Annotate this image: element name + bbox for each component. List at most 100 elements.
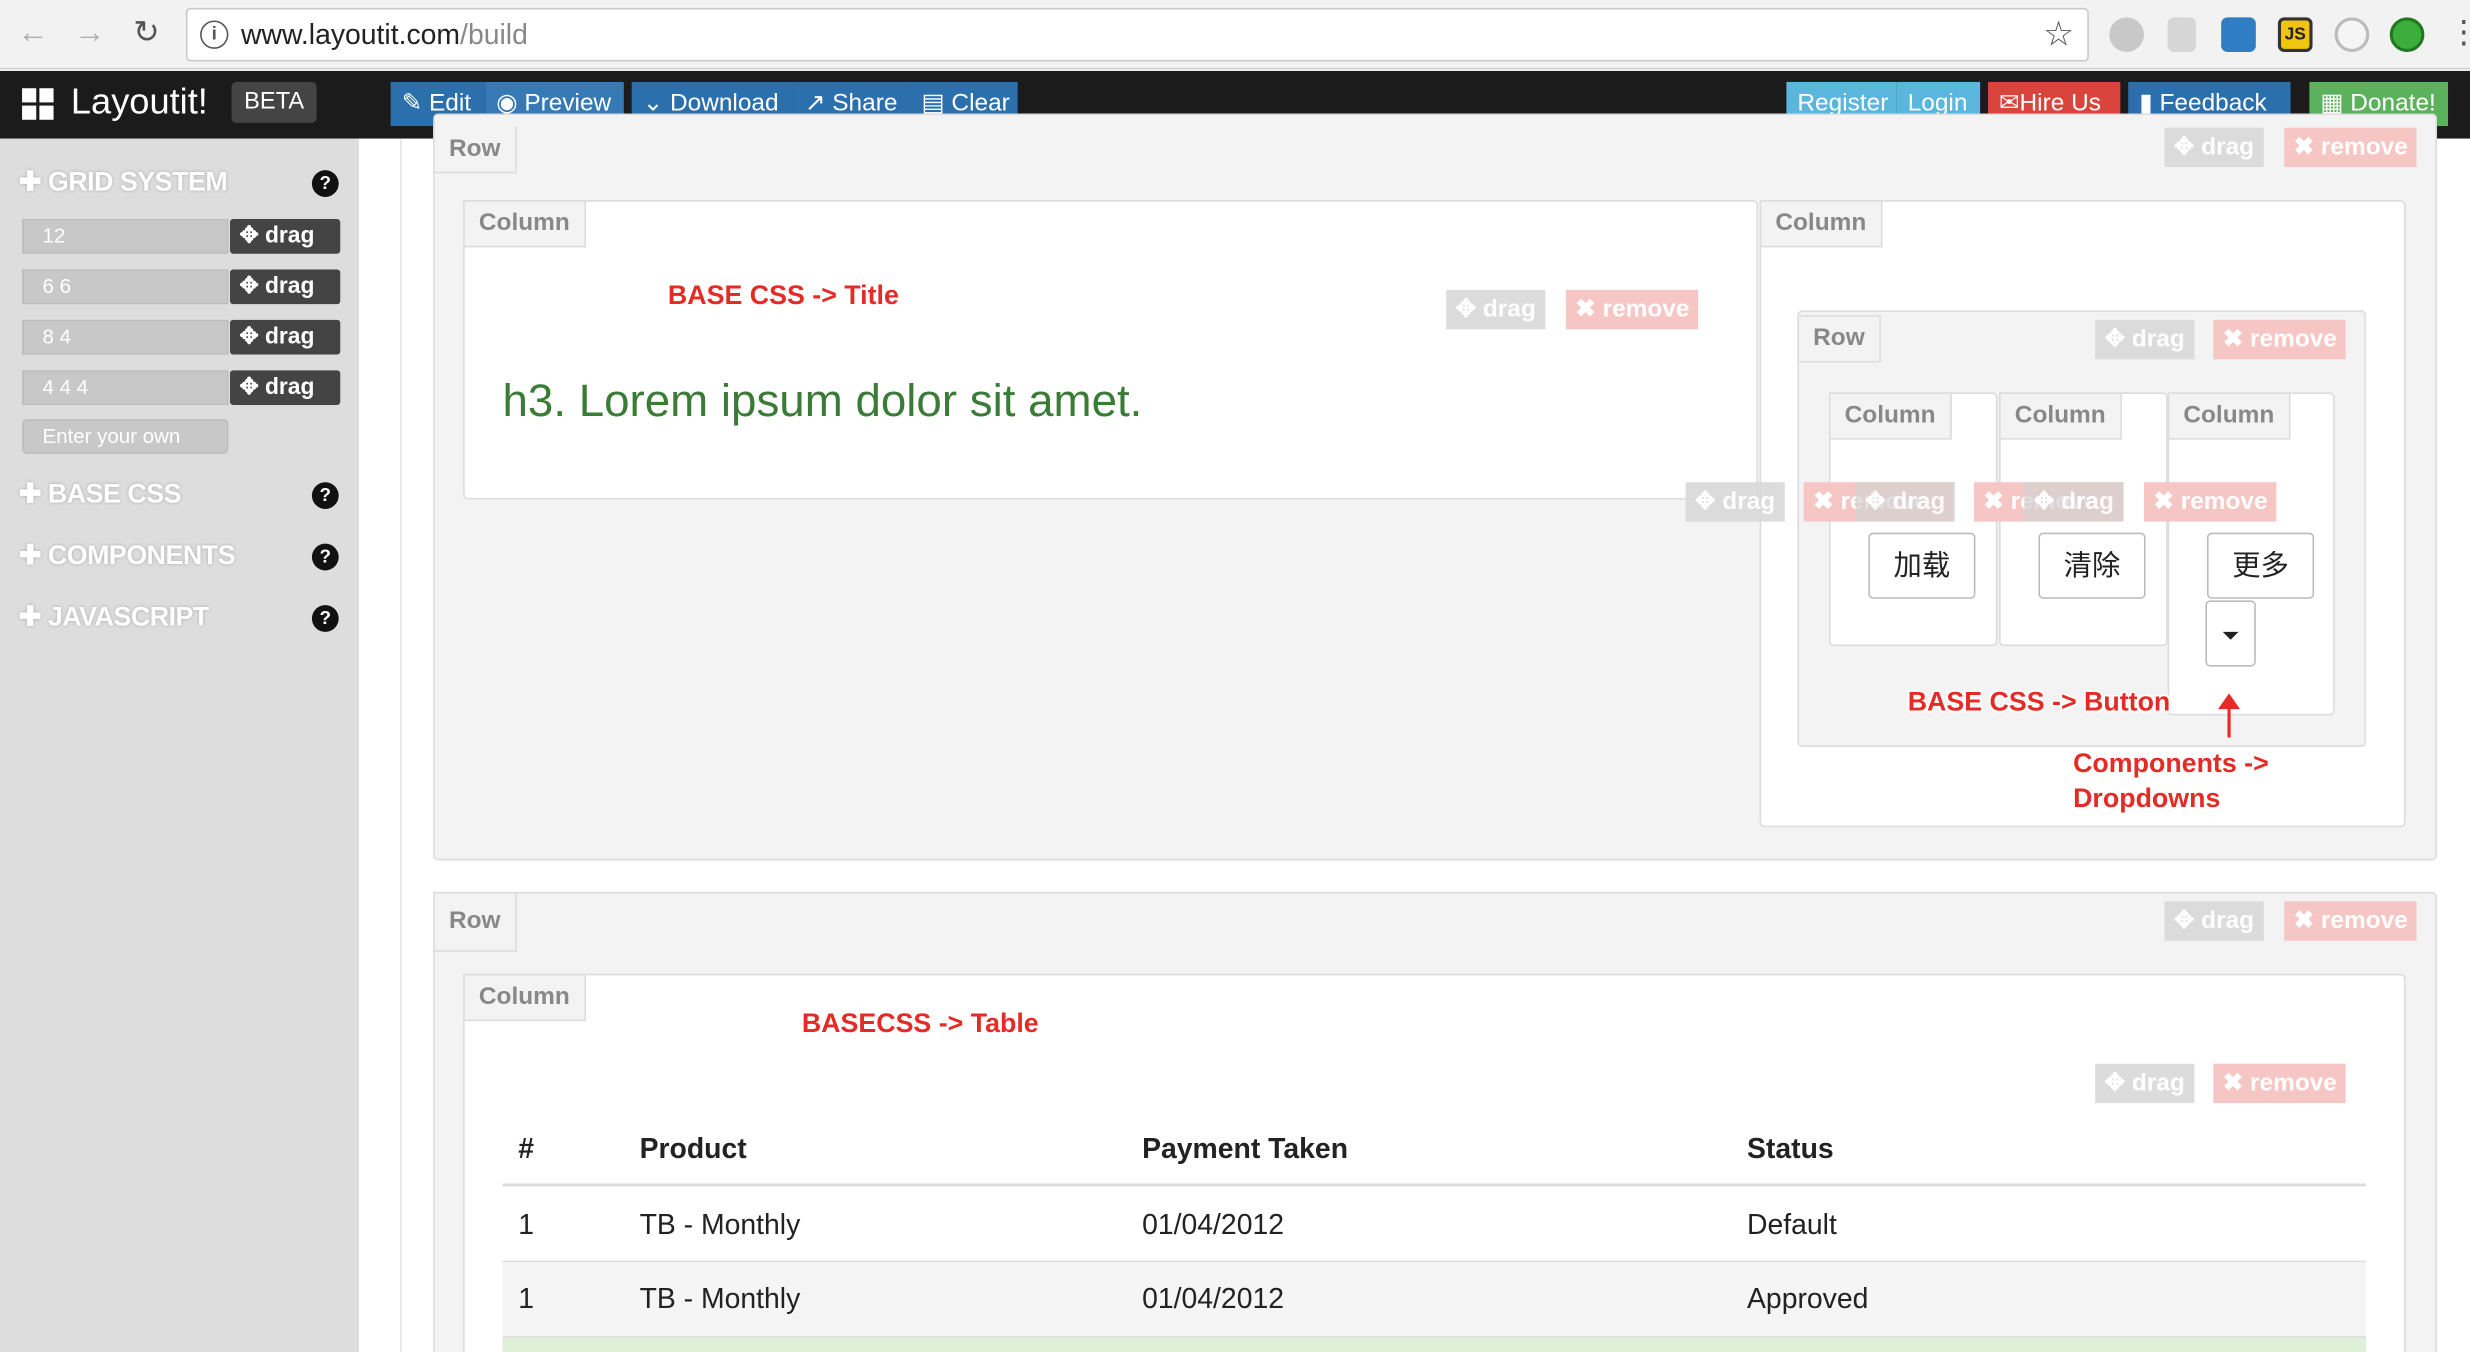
more-button[interactable]: 更多	[2206, 532, 2315, 599]
drag-label: drag	[1482, 296, 1536, 324]
components-label: COMPONENTS	[47, 540, 236, 571]
heading-remove-button[interactable]: ✖ remove	[1565, 289, 1699, 330]
table-header-cell: Payment Taken	[1142, 1133, 1349, 1165]
plus-icon: ✚	[18, 479, 41, 509]
row-tag[interactable]: Row	[433, 126, 517, 174]
info-icon[interactable]: i	[200, 20, 229, 49]
column-tag[interactable]: Column	[1759, 200, 1882, 248]
custom-grid-input[interactable]: Enter your own	[22, 419, 229, 454]
row-remove-button[interactable]: ✖ remove	[2284, 901, 2418, 941]
column-tag[interactable]: Column	[1999, 392, 2122, 440]
nested-row-tag[interactable]: Row	[1797, 315, 1881, 363]
h3-heading[interactable]: h3. Lorem ipsum dolor sit amet.	[503, 377, 1143, 429]
column-tag[interactable]: Column	[463, 973, 586, 1022]
drag-label: drag	[2060, 488, 2114, 516]
grid-12-drag-button[interactable]: ✥ drag	[229, 219, 341, 254]
row-drag-button[interactable]: ✥ drag	[2164, 127, 2264, 168]
js-extension-icon[interactable]: JS	[2277, 17, 2313, 53]
table-row[interactable]: 1 TB - Monthly 01/04/2012 Default	[502, 1186, 2367, 1261]
green-circle-extension-icon[interactable]	[2389, 17, 2425, 53]
table-cell: TB - Monthly	[639, 1282, 801, 1315]
row-remove-button[interactable]: ✖ remove	[2284, 127, 2418, 168]
button-drag-control[interactable]: ✥ drag	[1685, 482, 1785, 522]
table-row-success[interactable]	[502, 1336, 2367, 1352]
globe-extension-icon[interactable]	[2109, 17, 2144, 53]
table-cell: TB - Monthly	[639, 1208, 801, 1241]
menu-icon[interactable]: ⋮	[2448, 13, 2470, 54]
base-css-section[interactable]: ✚ BASE CSS	[18, 479, 182, 511]
javascript-label: JAVASCRIPT	[47, 601, 209, 632]
components-section[interactable]: ✚ COMPONENTS	[18, 540, 236, 572]
button-drag-control[interactable]: ✥ drag	[1855, 482, 1955, 522]
column-tag[interactable]: Column	[1828, 392, 1952, 440]
annotation-button: BASE CSS -> Button	[1907, 687, 2171, 717]
code-extension-icon[interactable]	[2334, 17, 2370, 53]
data-table: # Product Payment Taken Status 1 TB - Mo…	[502, 1113, 2367, 1352]
beta-badge: BETA	[231, 81, 317, 123]
close-icon: ✖	[1983, 488, 2004, 516]
grid-4-4-4-drag-button[interactable]: ✥ drag	[229, 370, 341, 405]
plus-icon: ✚	[18, 601, 41, 632]
caret-down-icon	[2222, 631, 2239, 640]
remove-label: remove	[2180, 488, 2268, 516]
grid-8-4-input: 8 4	[22, 319, 229, 355]
table-remove-button[interactable]: ✖ remove	[2213, 1063, 2347, 1104]
brand-name[interactable]: Layoutit!	[71, 80, 208, 123]
nested-row-drag-button[interactable]: ✥ drag	[2095, 319, 2195, 360]
javascript-section[interactable]: ✚ JAVASCRIPT	[19, 602, 209, 634]
help-icon[interactable]: ?	[311, 170, 339, 197]
row-drag-button[interactable]: ✥ drag	[2164, 901, 2264, 941]
grid-6-6-drag-button[interactable]: ✥ drag	[229, 269, 341, 305]
column-tag[interactable]: Column	[463, 200, 586, 248]
drag-label: drag	[1722, 488, 1776, 516]
button-drag-control[interactable]: ✥ drag	[2024, 482, 2124, 522]
browser-toolbar: ← → ↻ i www.layoutit.com/build ☆ JS ⋮	[0, 0, 2470, 70]
nested-row-remove-button[interactable]: ✖ remove	[2213, 319, 2347, 360]
drag-label: drag	[2201, 133, 2255, 161]
url-text: www.layoutit.com/build	[241, 19, 528, 52]
move-icon: ✥	[2033, 488, 2055, 516]
address-bar[interactable]: i www.layoutit.com/build ☆	[185, 7, 2089, 62]
plus-icon: ✚	[18, 540, 41, 571]
arrow-head-icon	[2218, 693, 2241, 710]
clear-content-button[interactable]: 清除	[2038, 532, 2146, 599]
button-remove-control[interactable]: ✖ remove	[2143, 482, 2278, 522]
drag-label: drag	[264, 274, 315, 300]
help-icon[interactable]: ?	[311, 605, 339, 632]
remove-label: remove	[1602, 296, 1690, 324]
table-cell: 01/04/2012	[1142, 1282, 1285, 1315]
star-icon[interactable]: ☆	[2043, 14, 2074, 55]
move-icon: ✥	[2104, 1069, 2126, 1097]
close-icon: ✖	[2222, 1069, 2244, 1097]
table-header-cell: #	[518, 1133, 535, 1165]
annotation-dropdowns-line1: Components ->	[2073, 748, 2269, 779]
column-container[interactable]	[463, 200, 1759, 500]
load-button[interactable]: 加载	[1868, 532, 1976, 599]
move-icon: ✥	[1455, 296, 1477, 324]
drag-label: drag	[1892, 488, 1946, 516]
shield-extension-icon[interactable]	[2167, 17, 2196, 53]
grid-system-section[interactable]: ✚ GRID SYSTEM	[18, 167, 228, 199]
plus-icon: ✚	[18, 167, 41, 197]
row-tag[interactable]: Row	[433, 891, 517, 952]
help-icon[interactable]: ?	[311, 543, 339, 571]
column-tag[interactable]: Column	[2167, 392, 2290, 440]
annotation-table: BASECSS -> Table	[801, 1008, 1039, 1039]
back-icon[interactable]: ←	[13, 13, 54, 54]
table-row[interactable]: 1 TB - Monthly 01/04/2012 Approved	[502, 1262, 2367, 1337]
heading-drag-button[interactable]: ✥ drag	[1446, 289, 1546, 330]
grid-4-4-4-input: 4 4 4	[22, 370, 229, 405]
forward-icon[interactable]: →	[69, 13, 110, 54]
table-drag-button[interactable]: ✥ drag	[2095, 1063, 2195, 1104]
annotation-dropdowns-line2: Dropdowns	[2073, 783, 2221, 814]
close-icon: ✖	[2222, 326, 2244, 353]
remove-label: remove	[2320, 133, 2408, 161]
box-extension-icon[interactable]	[2221, 17, 2256, 53]
url-path: /build	[460, 18, 528, 51]
drag-label: drag	[2201, 907, 2255, 935]
help-icon[interactable]: ?	[311, 482, 339, 509]
dropdown-toggle[interactable]	[2205, 600, 2256, 667]
table-cell: Default	[1747, 1208, 1837, 1241]
reload-icon[interactable]: ↻	[126, 13, 167, 54]
grid-8-4-drag-button[interactable]: ✥ drag	[229, 319, 341, 355]
